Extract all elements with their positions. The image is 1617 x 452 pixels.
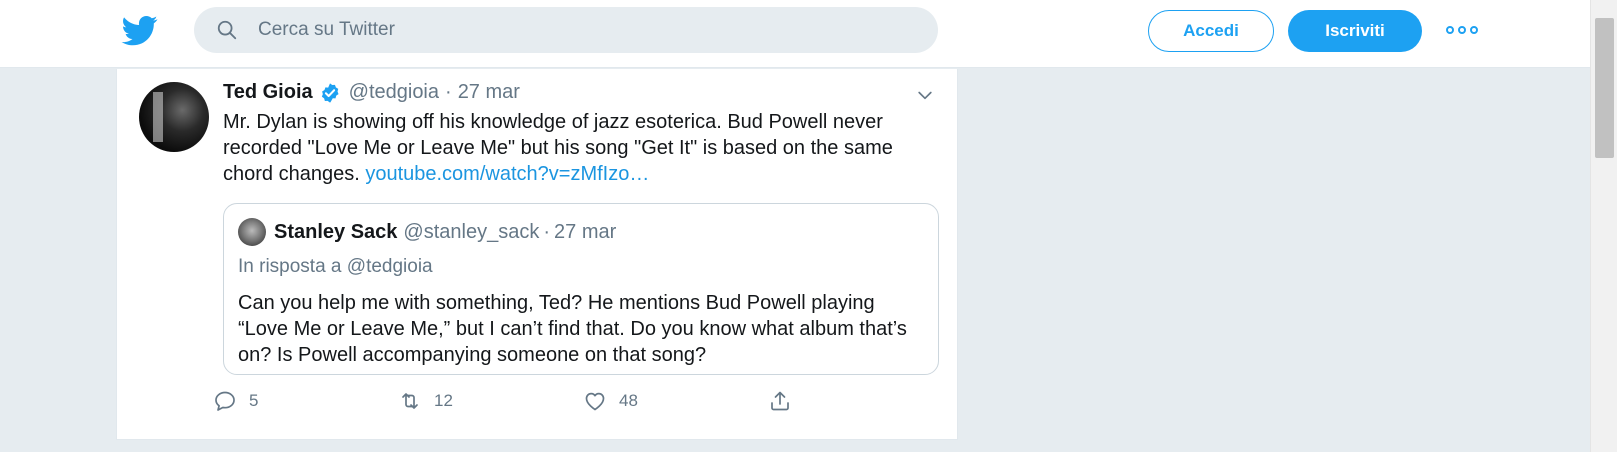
reply-count: 5 (249, 391, 259, 410)
dot-icon (1458, 26, 1466, 34)
next-tweet-divider (116, 439, 958, 452)
search-bar[interactable] (194, 7, 938, 53)
chevron-down-icon[interactable] (915, 85, 935, 105)
dot-icon (1446, 26, 1454, 34)
tweet-link[interactable]: youtube.com/watch?v=zMfIzo… (365, 163, 649, 185)
author-handle[interactable]: @tedgioia (349, 81, 439, 104)
quoted-tweet-header: Stanley Sack @stanley_sack · 27 mar (238, 218, 616, 246)
retweet-count: 12 (434, 391, 453, 410)
dot-icon (1470, 26, 1478, 34)
more-dots-icon[interactable] (1446, 20, 1478, 40)
top-bar: Accedi Iscriviti (0, 0, 1590, 68)
share-icon (771, 391, 789, 411)
tweet-actions: 5 12 48 (213, 389, 833, 417)
author-name[interactable]: Ted Gioia (223, 81, 313, 104)
quoted-date: 27 mar (554, 220, 617, 243)
tweet-text: Mr. Dylan is showing off his knowledge o… (223, 109, 923, 187)
page: Accedi Iscriviti Ted Gioia @tedgioia · 2… (0, 0, 1617, 452)
separator-dot: · (445, 81, 452, 103)
search-icon (217, 20, 237, 40)
search-input[interactable] (258, 19, 898, 41)
quoted-author-name: Stanley Sack (274, 220, 398, 243)
tweet-card[interactable]: Ted Gioia @tedgioia · 27 mar Mr. Dylan i… (116, 69, 958, 439)
quoted-author-handle: @stanley_sack (403, 220, 540, 243)
quoted-tweet[interactable]: Stanley Sack @stanley_sack · 27 mar In r… (223, 203, 939, 375)
reply-button[interactable]: 5 (213, 389, 258, 413)
signup-button[interactable]: Iscriviti (1288, 10, 1422, 52)
reply-icon (215, 391, 235, 411)
retweet-icon (402, 393, 418, 409)
scrollbar[interactable] (1590, 0, 1617, 452)
retweet-button[interactable]: 12 (398, 389, 453, 413)
twitter-bird-icon[interactable] (120, 12, 160, 48)
login-button[interactable]: Accedi (1148, 10, 1274, 52)
quoted-reply-context: In risposta a @tedgioia (238, 256, 433, 277)
like-button[interactable]: 48 (583, 389, 638, 413)
like-count: 48 (619, 391, 638, 410)
heart-icon (585, 392, 605, 411)
tweet-header: Ted Gioia @tedgioia · 27 mar (223, 81, 520, 104)
quoted-avatar (238, 218, 266, 246)
avatar[interactable] (139, 82, 209, 152)
scrollbar-thumb[interactable] (1595, 18, 1614, 158)
quoted-separator-dot: · (543, 220, 551, 243)
verified-badge-icon (321, 82, 339, 103)
tweet-date[interactable]: 27 mar (458, 81, 520, 104)
quoted-tweet-text: Can you help me with something, Ted? He … (238, 292, 907, 366)
share-button[interactable] (768, 389, 804, 413)
